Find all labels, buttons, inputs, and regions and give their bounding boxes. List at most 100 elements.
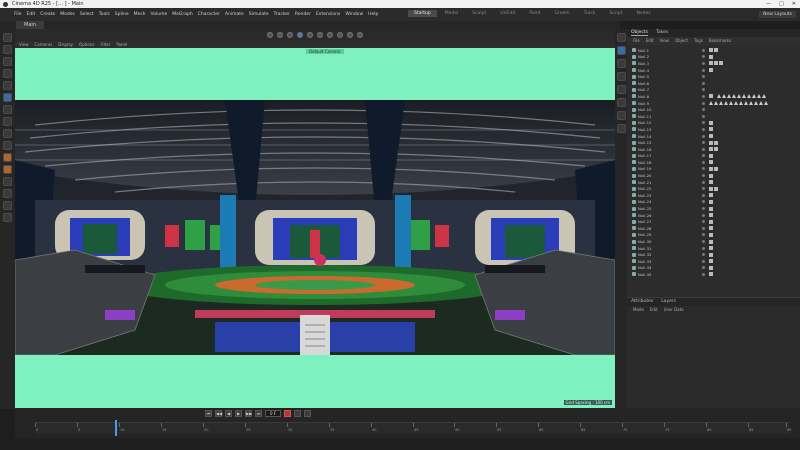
menu-simulate[interactable]: Simulate (249, 12, 269, 17)
object-row[interactable]: Null.5 (629, 73, 798, 80)
menu-animate[interactable]: Animate (225, 12, 244, 17)
layout-startup[interactable]: Startup (408, 10, 437, 17)
object-row[interactable]: Null.26 (629, 212, 798, 219)
visibility-dot-icon[interactable] (702, 207, 705, 211)
visibility-dot-icon[interactable] (702, 174, 705, 178)
visibility-dot-icon[interactable] (702, 55, 705, 59)
object-row[interactable]: Null.18 (629, 159, 798, 166)
object-row[interactable]: Null.24 (629, 199, 798, 206)
material-tag-icon[interactable] (762, 94, 766, 99)
object-row[interactable]: Null.29 (629, 232, 798, 239)
object-row[interactable]: Null.28 (629, 225, 798, 232)
play-button[interactable]: ▶ (235, 410, 242, 417)
spline-pen-icon[interactable] (616, 46, 626, 55)
camera-icon[interactable] (337, 32, 343, 38)
maximize-button[interactable]: □ (779, 1, 784, 7)
object-row[interactable]: Null.14 (629, 133, 798, 140)
tag-icon[interactable] (709, 173, 713, 178)
object-row[interactable]: Null.3 (629, 60, 798, 67)
layout-script[interactable]: Script (603, 10, 629, 17)
object-row[interactable]: Null.34 (629, 265, 798, 272)
vp-menu-panel[interactable]: Panel (116, 42, 127, 47)
visibility-dot-icon[interactable] (702, 167, 705, 171)
texture-mode-icon[interactable] (3, 165, 12, 174)
tag-icon[interactable] (714, 140, 718, 145)
visibility-dot-icon[interactable] (702, 259, 705, 263)
object-row[interactable]: Null.10 (629, 106, 798, 113)
cloner-icon[interactable] (616, 72, 626, 81)
keyframe-selection-icon[interactable] (304, 410, 312, 417)
object-row[interactable]: Null.22 (629, 185, 798, 192)
tab-layers[interactable]: Layers (661, 299, 676, 305)
visibility-dot-icon[interactable] (702, 141, 705, 145)
vp-menu-display[interactable]: Display (58, 42, 73, 47)
object-row[interactable]: Null.23 (629, 192, 798, 199)
deformer-icon[interactable] (616, 85, 626, 94)
visibility-dot-icon[interactable] (702, 193, 705, 197)
view-layout-icon[interactable] (297, 32, 303, 38)
visibility-dot-icon[interactable] (702, 160, 705, 164)
tag-icon[interactable] (709, 120, 713, 125)
object-row[interactable]: Null.27 (629, 218, 798, 225)
tag-icon[interactable] (709, 153, 713, 158)
polygons-mode-icon[interactable] (3, 141, 12, 150)
menu-spline[interactable]: Spline (115, 12, 129, 17)
am-menu-edit[interactable]: Edit (650, 307, 658, 313)
tag-icon[interactable] (709, 246, 713, 251)
object-row[interactable]: Null.21 (629, 179, 798, 186)
material-tag-icon[interactable] (724, 101, 728, 106)
object-row[interactable]: Null.19 (629, 166, 798, 173)
object-row[interactable]: Null.17 (629, 153, 798, 160)
object-row[interactable]: Null.4 (629, 67, 798, 74)
material-tag-icon[interactable] (739, 101, 743, 106)
om-menu-edit[interactable]: Edit (646, 38, 654, 44)
visibility-dot-icon[interactable] (702, 226, 705, 230)
tag-icon[interactable] (714, 166, 718, 171)
tag-icon[interactable] (709, 239, 713, 244)
render-settings-icon[interactable] (327, 32, 333, 38)
tag-icon[interactable] (709, 48, 713, 53)
visibility-dot-icon[interactable] (702, 94, 705, 98)
tag-icon[interactable] (709, 160, 713, 165)
visibility-dot-icon[interactable] (702, 187, 705, 191)
timeline-ruler[interactable]: 0 5 10 15 20 25 30 35 40 45 50 55 60 65 70 75 80 85 90 (35, 422, 791, 434)
menu-extensions[interactable]: Extensions (316, 12, 340, 17)
object-row[interactable]: Null.13 (629, 126, 798, 133)
om-menu-view[interactable]: View (659, 38, 669, 44)
tag-icon[interactable] (719, 61, 723, 66)
material-tag-icon[interactable] (714, 101, 718, 106)
tag-icon[interactable] (709, 186, 713, 191)
visibility-dot-icon[interactable] (702, 68, 705, 72)
object-row[interactable]: Null.8 (629, 93, 798, 100)
material-tag-icon[interactable] (734, 101, 738, 106)
tag-icon[interactable] (709, 265, 713, 270)
playhead[interactable] (115, 420, 117, 436)
visibility-dot-icon[interactable] (702, 213, 705, 217)
tab-takes[interactable]: Takes (656, 30, 668, 36)
visibility-dot-icon[interactable] (702, 75, 705, 79)
snap-icon[interactable] (3, 177, 12, 186)
tag-icon[interactable] (709, 226, 713, 231)
visibility-dot-icon[interactable] (702, 127, 705, 131)
menu-tracker[interactable]: Tracker (274, 12, 290, 17)
layout-model[interactable]: Model (438, 10, 465, 17)
brush-icon[interactable] (3, 213, 12, 222)
material-tag-icon[interactable] (732, 94, 736, 99)
scene-render[interactable] (15, 100, 615, 355)
object-row[interactable]: Null.35 (629, 271, 798, 278)
tag-icon[interactable] (709, 252, 713, 257)
visibility-dot-icon[interactable] (702, 101, 705, 105)
material-tag-icon[interactable] (747, 94, 751, 99)
tab-attributes[interactable]: Attributes (631, 299, 653, 305)
layout-paint[interactable]: Paint (523, 10, 547, 17)
material-tag-icon[interactable] (709, 101, 713, 106)
workplane-icon[interactable] (3, 189, 12, 198)
material-tag-icon[interactable] (742, 94, 746, 99)
vp-menu-options[interactable]: Options (79, 42, 94, 47)
move-icon[interactable] (3, 69, 12, 78)
object-row[interactable]: Null.11 (629, 113, 798, 120)
material-tag-icon[interactable] (719, 101, 723, 106)
material-tag-icon[interactable] (744, 101, 748, 106)
menu-mograph[interactable]: MoGraph (172, 12, 192, 17)
menu-render[interactable]: Render (295, 12, 311, 17)
